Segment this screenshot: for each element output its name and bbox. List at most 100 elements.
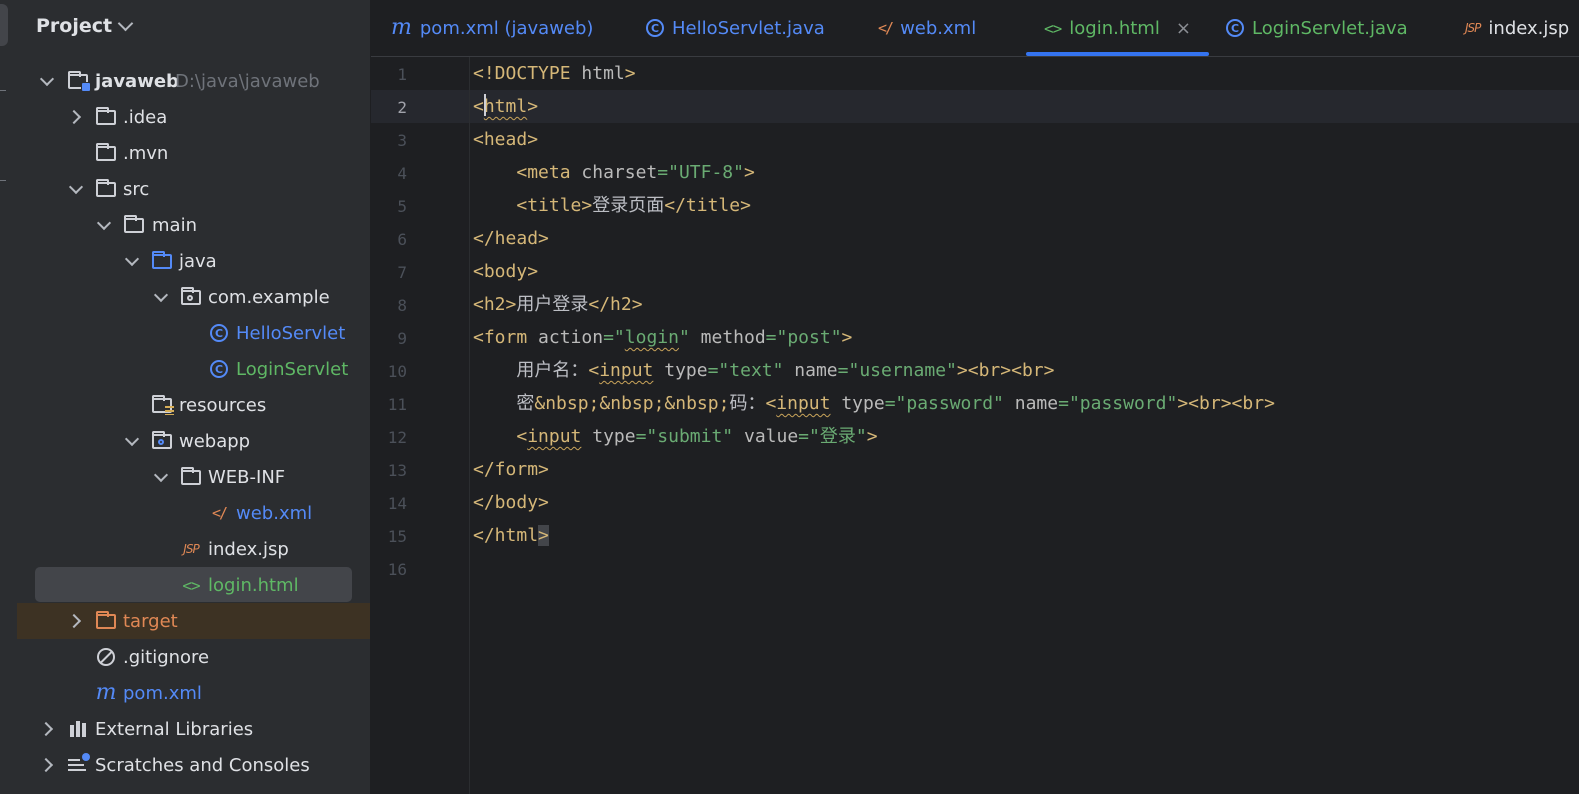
- html-icon: <>: [1044, 18, 1062, 38]
- tree-item-webapp[interactable]: webapp: [17, 423, 370, 459]
- tab-login-html[interactable]: <> login.html ×: [1026, 0, 1209, 56]
- chevron-down-icon[interactable]: [153, 467, 169, 483]
- chevron-right-icon[interactable]: [38, 721, 54, 737]
- line-gutter: 1 2 3 4 5 6 7 8 9 10 11 12 13 14 15 16: [371, 57, 469, 794]
- folder-icon: [95, 142, 117, 163]
- line-number: 2: [397, 98, 407, 117]
- code-line[interactable]: <html>: [473, 90, 1573, 123]
- tab-index-jsp[interactable]: JSP index.jsp: [1465, 0, 1569, 56]
- tab-loginservlet[interactable]: C LoginServlet.java: [1226, 0, 1408, 56]
- tree-item-pom-xml[interactable]: m pom.xml: [17, 675, 370, 711]
- chevron-down-icon[interactable]: [96, 215, 112, 231]
- code-line[interactable]: <body>: [473, 255, 1573, 288]
- tree-item-helloservlet[interactable]: C HelloServlet: [17, 315, 370, 351]
- module-path: D:\java\javaweb: [175, 70, 320, 92]
- package-icon: [180, 286, 202, 307]
- tree-item-resources[interactable]: resources: [17, 387, 370, 423]
- close-icon[interactable]: ×: [1176, 18, 1191, 39]
- code-line[interactable]: <form action="login" method="post">: [473, 321, 1573, 354]
- tree-item-label: login.html: [208, 574, 299, 596]
- tab-web-xml[interactable]: </ web.xml: [878, 0, 976, 56]
- tree-item-label: .mvn: [123, 142, 169, 164]
- tree-item-label: pom.xml: [123, 682, 202, 704]
- tree-item-com-example[interactable]: com.example: [17, 279, 370, 315]
- tree-item-label: Scratches and Consoles: [95, 754, 310, 776]
- line-number: 16: [387, 560, 407, 579]
- chevron-right-icon[interactable]: [66, 109, 82, 125]
- chevron-down-icon[interactable]: [39, 71, 55, 87]
- code-line[interactable]: </head>: [473, 222, 1573, 255]
- tree-item-main[interactable]: main: [17, 207, 370, 243]
- code-line[interactable]: <head>: [473, 123, 1573, 156]
- editor-tabs: m pom.xml (javaweb) C HelloServlet.java …: [371, 0, 1579, 57]
- code-line[interactable]: [473, 552, 1573, 585]
- line-number: 3: [397, 131, 407, 150]
- tree-item-external-libraries[interactable]: External Libraries: [17, 711, 370, 747]
- tab-label: web.xml: [900, 17, 977, 39]
- tree-item-label: LoginServlet: [236, 358, 349, 380]
- tab-label: LoginServlet.java: [1252, 17, 1408, 39]
- folder-icon: [95, 178, 117, 199]
- code-line[interactable]: </form>: [473, 453, 1573, 486]
- folder-icon: [180, 466, 202, 487]
- code-line[interactable]: <input type="submit" value="登录">: [473, 420, 1573, 453]
- tool-window-strip: [0, 0, 18, 794]
- tree-item-web-inf[interactable]: WEB-INF: [17, 459, 370, 495]
- chevron-right-icon[interactable]: [66, 613, 82, 629]
- strip-divider: [0, 180, 6, 181]
- tree-item-label: External Libraries: [95, 718, 254, 740]
- tab-helloservlet[interactable]: C HelloServlet.java: [646, 0, 825, 56]
- tree-item-login-html[interactable]: <> login.html: [17, 567, 370, 603]
- project-view-selector[interactable]: Project: [36, 12, 134, 40]
- folder-icon: [95, 106, 117, 127]
- tree-item-web-xml[interactable]: </ web.xml: [17, 495, 370, 531]
- chevron-down-icon[interactable]: [153, 287, 169, 303]
- tree-item-index-jsp[interactable]: JSP index.jsp: [17, 531, 370, 567]
- code-line[interactable]: </html>: [473, 519, 1573, 552]
- tree-item-mvn[interactable]: .mvn: [17, 135, 370, 171]
- tree-item-label: webapp: [179, 430, 251, 452]
- code-line[interactable]: <!DOCTYPE html>: [473, 57, 1573, 90]
- chevron-down-icon[interactable]: [124, 251, 140, 267]
- jsp-icon: JSP: [1465, 21, 1481, 35]
- line-number: 13: [387, 461, 407, 480]
- jsp-icon: JSP: [183, 542, 199, 556]
- tree-item-idea[interactable]: .idea: [17, 99, 370, 135]
- line-number: 9: [397, 329, 407, 348]
- tree-item-target[interactable]: target: [17, 603, 370, 639]
- tree-item-label: target: [123, 610, 178, 632]
- source-folder-icon: [151, 250, 173, 271]
- active-tab-indicator: [1026, 52, 1209, 56]
- tree-item-java[interactable]: java: [17, 243, 370, 279]
- project-tool-button[interactable]: [0, 4, 8, 46]
- project-panel: Project javaweb D:\java\javaweb .idea .m…: [17, 0, 371, 794]
- code-line[interactable]: <title>登录页面</title>: [473, 189, 1573, 222]
- line-number: 5: [397, 197, 407, 216]
- class-icon: C: [1226, 19, 1244, 37]
- chevron-down-icon[interactable]: [68, 179, 84, 195]
- code-line[interactable]: <meta charset="UTF-8">: [473, 156, 1573, 189]
- maven-icon: m: [391, 15, 412, 40]
- code-editor[interactable]: 1 2 3 4 5 6 7 8 9 10 11 12 13 14 15 16 <!DOCTYPE html> <…: [371, 57, 1579, 794]
- scratches-icon: [67, 753, 90, 775]
- code-line[interactable]: 用户名：<input type="text" name="username"><…: [473, 354, 1573, 387]
- class-icon: C: [646, 19, 664, 37]
- tree-item-label: java: [179, 250, 217, 272]
- tree-item-scratches[interactable]: Scratches and Consoles: [17, 747, 370, 783]
- excluded-folder-icon: [95, 610, 117, 631]
- code-line[interactable]: <h2>用户登录</h2>: [473, 288, 1573, 321]
- chevron-right-icon[interactable]: [38, 757, 54, 773]
- folder-icon: [123, 214, 145, 235]
- code-line[interactable]: </body>: [473, 486, 1573, 519]
- tree-item-gitignore[interactable]: .gitignore: [17, 639, 370, 675]
- class-icon: C: [208, 359, 230, 379]
- tab-pom-xml[interactable]: m pom.xml (javaweb): [391, 0, 593, 56]
- chevron-down-icon[interactable]: [124, 431, 140, 447]
- line-number: 15: [387, 527, 407, 546]
- tree-item-loginservlet[interactable]: C LoginServlet: [17, 351, 370, 387]
- web-folder-icon: [151, 430, 173, 451]
- code-line[interactable]: 密&nbsp;&nbsp;&nbsp;码：<input type="passwo…: [473, 387, 1573, 420]
- tree-item-label: .gitignore: [123, 646, 210, 668]
- tree-item-javaweb[interactable]: javaweb D:\java\javaweb: [17, 63, 370, 99]
- tree-item-src[interactable]: src: [17, 171, 370, 207]
